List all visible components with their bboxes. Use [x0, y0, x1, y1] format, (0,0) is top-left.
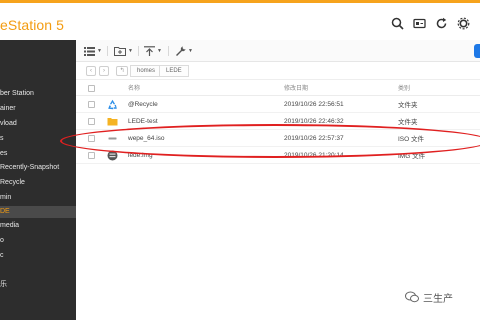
side-panel-toggle[interactable]: [474, 44, 480, 58]
tools-icon: [176, 46, 186, 56]
table-row[interactable]: wepe_64.iso 2019/10/26 22:57:37 ISO 文件: [76, 130, 480, 147]
file-name[interactable]: wepe_64.iso: [128, 130, 165, 146]
table-row[interactable]: @Recycle 2019/10/26 22:56:51 文件夹: [76, 96, 480, 113]
search-icon[interactable]: [391, 17, 404, 30]
sidebar-item-music[interactable]: 乐: [0, 279, 76, 291]
table-row[interactable]: LEDE-test 2019/10/26 22:46:32 文件夹: [76, 113, 480, 130]
sidebar-item-s[interactable]: s: [0, 133, 76, 145]
select-all-checkbox[interactable]: [88, 85, 95, 92]
table-header: 名称 修改日期 类别: [76, 80, 480, 96]
watermark-text: 三生产: [423, 293, 453, 305]
toolbar-divider: [168, 46, 169, 56]
file-date: 2019/10/26 21:20:14: [284, 151, 344, 159]
view-mode-button[interactable]: ▼: [84, 44, 102, 58]
iso-file-icon: [108, 137, 117, 140]
new-folder-icon: [114, 47, 126, 56]
column-header-name[interactable]: 名称: [128, 80, 140, 95]
file-date: 2019/10/26 22:56:51: [284, 100, 344, 108]
folder-icon: [107, 118, 118, 126]
breadcrumb-lede[interactable]: LEDE: [159, 65, 189, 77]
settings-icon[interactable]: [457, 17, 470, 30]
file-type: 文件夹: [398, 119, 418, 126]
row-checkbox[interactable]: [88, 152, 95, 159]
sidebar-item-es[interactable]: es: [0, 148, 76, 160]
sidebar-item-recycle[interactable]: Recycle: [0, 177, 76, 189]
app-title: eStation 5: [0, 17, 65, 33]
file-name[interactable]: LEDE-test: [128, 113, 158, 129]
sidebar: ber Station ainer vload s es Recently-Sn…: [0, 40, 76, 320]
sidebar-item-recently-snapshot[interactable]: Recently-Snapshot: [0, 162, 76, 174]
chevron-down-icon: ▼: [188, 48, 193, 54]
chevron-right-icon: ›: [103, 68, 105, 74]
tools-button[interactable]: ▼: [175, 44, 193, 58]
refresh-icon[interactable]: [435, 17, 448, 30]
sidebar-item-o[interactable]: o: [0, 235, 76, 247]
file-type: 文件夹: [398, 102, 418, 109]
sidebar-item-download[interactable]: vload: [0, 118, 76, 130]
file-type: IMG 文件: [398, 153, 426, 160]
sidebar-item-cyber-station[interactable]: ber Station: [0, 88, 76, 100]
file-date: 2019/10/26 22:57:37: [284, 134, 344, 142]
column-header-type[interactable]: 类别: [398, 80, 410, 95]
file-name[interactable]: @Recycle: [128, 96, 158, 112]
row-checkbox[interactable]: [88, 135, 95, 142]
table-row[interactable]: lede.img 2019/10/26 21:20:14 IMG 文件: [76, 147, 480, 164]
file-name[interactable]: lede.img: [128, 147, 153, 163]
disk-image-icon: [107, 150, 118, 161]
create-folder-button[interactable]: ▼: [114, 44, 133, 58]
chevron-down-icon: ▼: [128, 48, 133, 54]
row-checkbox[interactable]: [88, 118, 95, 125]
parent-folder-button[interactable]: ↰: [116, 66, 128, 76]
row-checkbox[interactable]: [88, 101, 95, 108]
chevron-down-icon: ▼: [157, 48, 162, 54]
sidebar-item-admin[interactable]: min: [0, 192, 76, 204]
sidebar-item-c[interactable]: c: [0, 250, 76, 262]
sidebar-item-container[interactable]: ainer: [0, 103, 76, 115]
toolbar-divider: [107, 46, 108, 56]
upload-button[interactable]: ▼: [144, 44, 162, 58]
sidebar-item-multimedia[interactable]: media: [0, 220, 76, 232]
top-accent-stripe: [0, 0, 480, 3]
file-type: ISO 文件: [398, 136, 425, 143]
wechat-icon: [405, 291, 419, 303]
sidebar-item-lede[interactable]: DE: [0, 206, 76, 218]
chevron-down-icon: ▼: [97, 48, 102, 54]
forward-button[interactable]: ›: [99, 66, 109, 76]
breadcrumb-homes[interactable]: homes: [130, 65, 163, 77]
top-icon-group: [391, 17, 470, 30]
file-date: 2019/10/26 22:46:32: [284, 117, 344, 125]
top-bar: eStation 5: [0, 0, 480, 40]
column-header-date[interactable]: 修改日期: [284, 80, 308, 95]
toolbar: ▼ ▼ ▼ ▼: [76, 40, 480, 62]
media-icon[interactable]: [413, 17, 426, 30]
toolbar-divider: [138, 46, 139, 56]
chevron-left-icon: ‹: [90, 68, 92, 74]
breadcrumb-bar: ‹ › ↰ homes LEDE: [76, 62, 480, 80]
back-button[interactable]: ‹: [86, 66, 96, 76]
up-arrow-icon: ↰: [119, 68, 125, 74]
recycle-icon: [108, 99, 117, 110]
view-list-icon: [84, 47, 95, 56]
watermark: 三生产: [405, 290, 480, 305]
upload-icon: [144, 46, 155, 56]
